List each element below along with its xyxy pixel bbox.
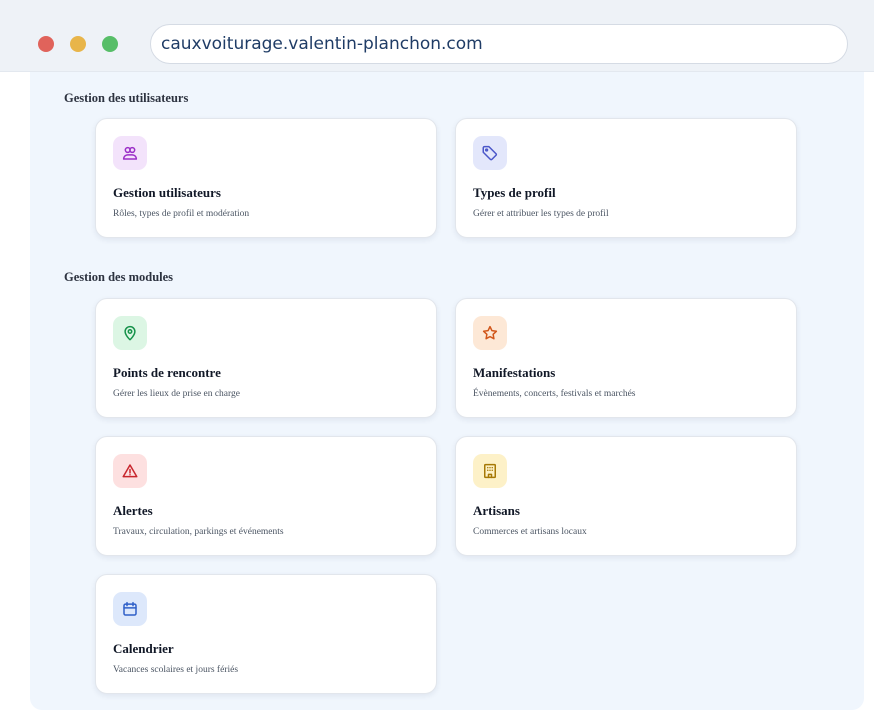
- building-icon: [473, 454, 507, 488]
- card-title: Artisans: [473, 503, 520, 518]
- star-icon: [473, 316, 507, 350]
- card-description: Commerces et artisans locaux: [473, 527, 587, 537]
- card-description: Travaux, circulation, parkings et événem…: [113, 527, 284, 537]
- users-icon: [113, 136, 147, 170]
- minimize-window-button[interactable]: [70, 36, 86, 52]
- section-title-users: Gestion des utilisateurs: [64, 91, 189, 105]
- browser-window: cauxvoiturage.valentin-planchon.com Gest…: [0, 0, 874, 722]
- card-manifestations[interactable]: Manifestations Évènements, concerts, fes…: [455, 298, 797, 418]
- card-title: Points de rencontre: [113, 365, 221, 380]
- card-description: Gérer et attribuer les types de profil: [473, 209, 609, 219]
- calendar-icon: [113, 592, 147, 626]
- tag-icon: [473, 136, 507, 170]
- close-window-button[interactable]: [38, 36, 54, 52]
- card-artisans[interactable]: Artisans Commerces et artisans locaux: [455, 436, 797, 556]
- card-points-de-rencontre[interactable]: Points de rencontre Gérer les lieux de p…: [95, 298, 437, 418]
- section-title-modules: Gestion des modules: [64, 270, 174, 284]
- card-title: Types de profil: [473, 185, 556, 200]
- card-title: Calendrier: [113, 641, 174, 656]
- card-title: Manifestations: [473, 365, 556, 380]
- address-bar[interactable]: cauxvoiturage.valentin-planchon.com: [150, 24, 848, 64]
- map-pin-icon: [113, 316, 147, 350]
- card-description: Gérer les lieux de prise en charge: [113, 389, 240, 399]
- card-types-de-profil[interactable]: Types de profil Gérer et attribuer les t…: [455, 118, 797, 238]
- card-description: Vacances scolaires et jours fériés: [113, 665, 239, 675]
- browser-titlebar: cauxvoiturage.valentin-planchon.com: [0, 0, 874, 72]
- card-title: Gestion utilisateurs: [113, 185, 221, 200]
- alert-triangle-icon: [113, 454, 147, 488]
- card-gestion-utilisateurs[interactable]: Gestion utilisateurs Rôles, types de pro…: [95, 118, 437, 238]
- maximize-window-button[interactable]: [102, 36, 118, 52]
- card-alertes[interactable]: Alertes Travaux, circulation, parkings e…: [95, 436, 437, 556]
- card-calendrier[interactable]: Calendrier Vacances scolaires et jours f…: [95, 574, 437, 694]
- card-description: Évènements, concerts, festivals et march…: [473, 389, 636, 399]
- card-description: Rôles, types de profil et modération: [113, 209, 250, 219]
- card-title: Alertes: [113, 503, 153, 518]
